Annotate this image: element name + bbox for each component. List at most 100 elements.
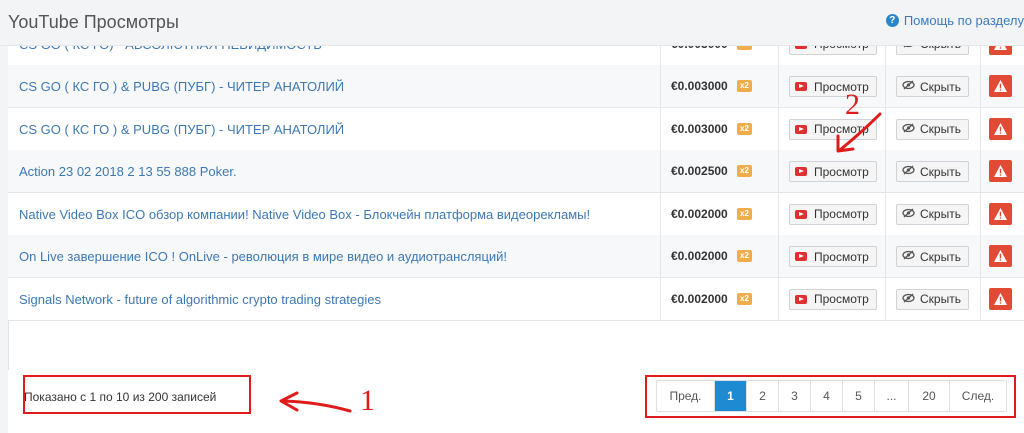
cell-hide: Скрыть: [886, 192, 981, 235]
hide-button[interactable]: Скрыть: [896, 118, 969, 140]
hide-button-label: Скрыть: [920, 122, 961, 136]
cell-report: [981, 278, 1024, 320]
cell-video-title: Signals Network - future of algorithmic …: [8, 277, 661, 320]
cell-hide: Скрыть: [886, 150, 981, 192]
warning-icon: [994, 80, 1007, 92]
help-link[interactable]: ? Помощь по разделу: [885, 13, 1024, 28]
warning-icon: [994, 165, 1007, 177]
cell-report: [981, 235, 1024, 277]
price-value: €0.003000: [671, 79, 728, 93]
table-row: Action 23 02 2018 2 13 55 888 Poker. €0.0…: [8, 150, 1024, 193]
video-title-link[interactable]: Action 23 02 2018 2 13 55 888 Poker.: [19, 164, 237, 179]
hide-button[interactable]: Скрыть: [896, 288, 969, 310]
hide-button-label: Скрыть: [920, 207, 961, 221]
report-button[interactable]: [989, 160, 1012, 182]
report-button[interactable]: [989, 287, 1012, 310]
view-button-label: Просмотр: [814, 164, 869, 179]
report-button[interactable]: [989, 202, 1012, 225]
view-button[interactable]: Просмотр: [789, 203, 877, 225]
multiplier-badge: x2: [737, 122, 752, 135]
table-row: CS GO ( КС ГО ) & PUBG (ПУБГ) - ЧИТЕР АН…: [8, 107, 1024, 151]
multiplier-badge: x2: [737, 80, 752, 92]
cell-hide: Скрыть: [886, 107, 981, 150]
cell-report: [981, 108, 1024, 150]
video-table: CS GO ( КС ГО) - АБСОЛЮТНАЯ НЕВИДИМОСТЬ€…: [8, 0, 1024, 370]
cell-price: €0.002500 x2: [661, 150, 779, 192]
cell-price: €0.002000 x2: [661, 277, 779, 320]
eye-slash-icon: [902, 123, 915, 136]
multiplier-badge: x2: [737, 207, 752, 220]
cell-video-title: Action 23 02 2018 2 13 55 888 Poker.: [8, 150, 661, 192]
price-value: €0.002000: [671, 291, 728, 306]
view-button-label: Просмотр: [814, 207, 869, 221]
cell-view: Просмотр: [779, 107, 886, 150]
help-link-label: Помощь по разделу: [903, 13, 1024, 28]
view-button[interactable]: Просмотр: [789, 161, 877, 182]
table-row: Native Video Box ICO обзор компании! Nat…: [8, 192, 1024, 236]
youtube-play-icon: [795, 252, 807, 261]
warning-icon: [994, 292, 1007, 305]
cell-video-title: CS GO ( КС ГО ) & PUBG (ПУБГ) - ЧИТЕР АН…: [8, 107, 661, 150]
report-button[interactable]: [989, 75, 1012, 97]
view-button[interactable]: Просмотр: [789, 76, 877, 97]
youtube-play-icon: [795, 167, 807, 176]
annotation-box-info: [23, 375, 251, 414]
report-button[interactable]: [989, 245, 1012, 267]
table-row: Signals Network - future of algorithmic …: [8, 277, 1024, 321]
cell-price: €0.003000 x2: [661, 65, 779, 107]
price-value: €0.002500: [671, 164, 728, 178]
eye-slash-icon: [902, 293, 915, 306]
price-value: €0.003000: [671, 121, 728, 136]
cell-view: Просмотр: [779, 192, 886, 235]
annotation-number-1: 1: [360, 384, 375, 417]
video-title-link[interactable]: On Live завершение ICO ! OnLive - револю…: [19, 249, 507, 264]
cell-view: Просмотр: [779, 277, 886, 320]
cell-price: €0.002000 x2: [661, 192, 779, 235]
cell-price: €0.003000 x2: [661, 107, 779, 150]
report-button[interactable]: [989, 117, 1012, 140]
video-title-link[interactable]: Signals Network - future of algorithmic …: [19, 292, 381, 307]
hide-button[interactable]: Скрыть: [896, 203, 969, 225]
youtube-play-icon: [795, 124, 807, 134]
warning-icon: [994, 250, 1007, 262]
view-button[interactable]: Просмотр: [789, 288, 877, 310]
view-button[interactable]: Просмотр: [789, 246, 877, 267]
cell-video-title: CS GO ( КС ГО ) & PUBG (ПУБГ) - ЧИТЕР АН…: [8, 65, 661, 107]
hide-button[interactable]: Скрыть: [896, 76, 969, 97]
cell-price: €0.002000 x2: [661, 235, 779, 277]
hide-button-label: Скрыть: [920, 79, 961, 94]
cell-view: Просмотр: [779, 235, 886, 277]
view-button[interactable]: Просмотр: [789, 118, 877, 140]
youtube-play-icon: [795, 82, 807, 91]
eye-slash-icon: [902, 165, 915, 178]
view-button-label: Просмотр: [814, 292, 869, 306]
cell-hide: Скрыть: [886, 235, 981, 277]
view-button-label: Просмотр: [814, 249, 869, 264]
cell-report: [981, 65, 1024, 107]
video-title-link[interactable]: CS GO ( КС ГО ) & PUBG (ПУБГ) - ЧИТЕР АН…: [19, 122, 344, 137]
cell-video-title: On Live завершение ICO ! OnLive - револю…: [8, 235, 661, 277]
annotation-box-pagination: [645, 375, 1016, 418]
cell-report: [981, 193, 1024, 235]
table-row: CS GO ( КС ГО ) & PUBG (ПУБГ) - ЧИТЕР АН…: [8, 65, 1024, 108]
cell-view: Просмотр: [779, 65, 886, 107]
hide-button-label: Скрыть: [920, 249, 961, 264]
warning-icon: [994, 122, 1007, 135]
hide-button-label: Скрыть: [920, 164, 961, 179]
cell-hide: Скрыть: [886, 65, 981, 107]
hide-button-label: Скрыть: [920, 292, 961, 306]
youtube-play-icon: [795, 209, 807, 219]
hide-button[interactable]: Скрыть: [896, 161, 969, 182]
hide-button[interactable]: Скрыть: [896, 246, 969, 267]
cell-hide: Скрыть: [886, 277, 981, 320]
view-button-label: Просмотр: [814, 79, 869, 94]
multiplier-badge: x2: [737, 292, 752, 305]
multiplier-badge: x2: [737, 250, 752, 262]
youtube-play-icon: [795, 294, 807, 304]
warning-icon: [994, 207, 1007, 220]
video-title-link[interactable]: CS GO ( КС ГО ) & PUBG (ПУБГ) - ЧИТЕР АН…: [19, 79, 344, 94]
annotation-number-2: 2: [845, 88, 860, 121]
eye-slash-icon: [902, 250, 915, 263]
cell-view: Просмотр: [779, 150, 886, 192]
video-title-link[interactable]: Native Video Box ICO обзор компании! Nat…: [19, 207, 590, 222]
